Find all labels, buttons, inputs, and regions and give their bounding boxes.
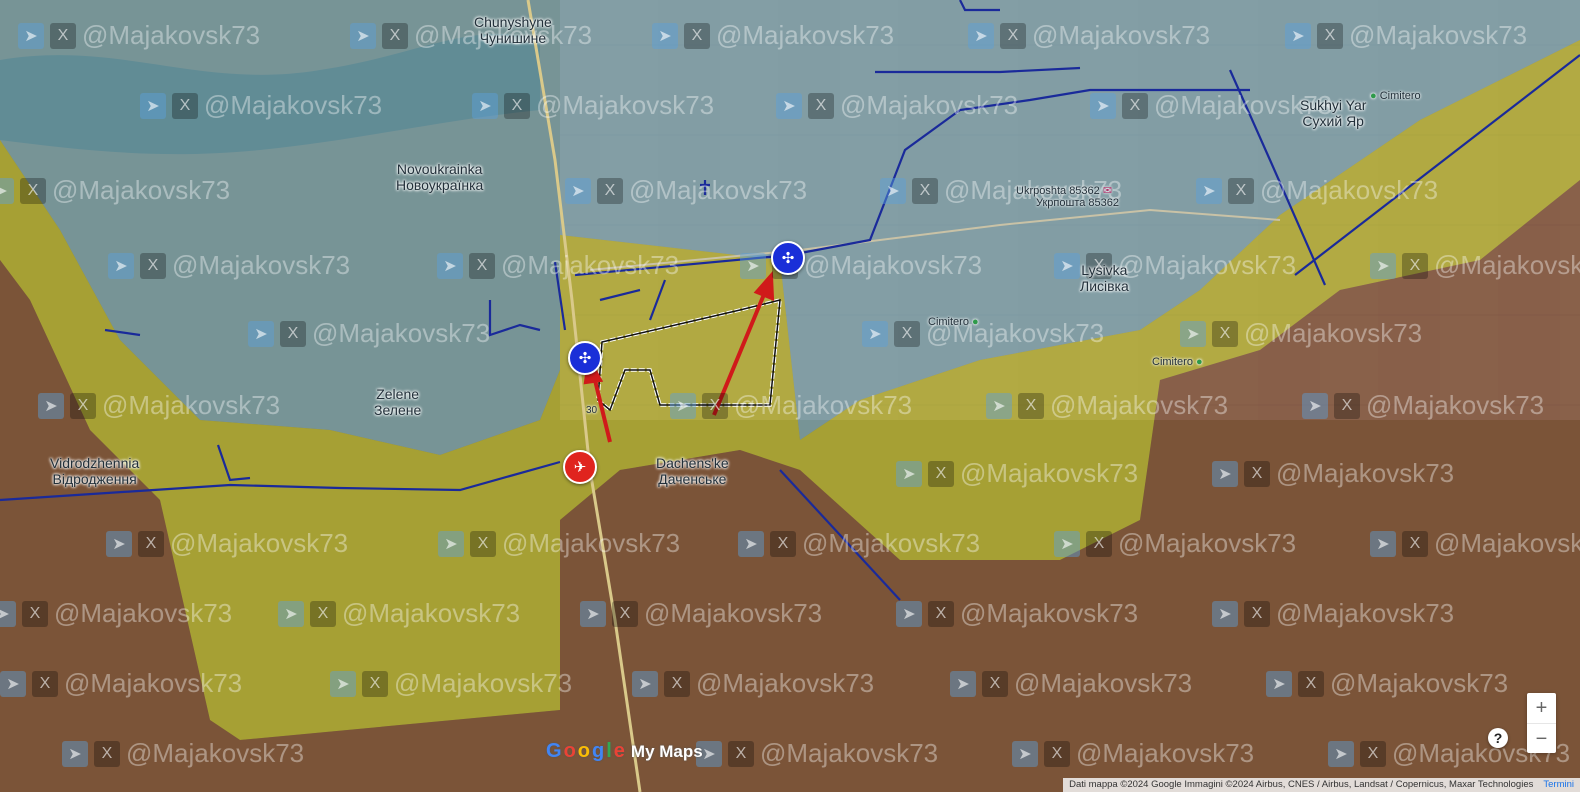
terms-link[interactable]: Termini [1543, 778, 1574, 792]
zoom-control: + − [1527, 693, 1556, 753]
google-my-maps-logo: Google My Maps [546, 740, 703, 762]
zoom-in-button[interactable]: + [1527, 693, 1556, 723]
plane-icon: ✈ [573, 459, 587, 476]
help-button[interactable]: ? [1488, 728, 1508, 748]
drone-icon: ✣ [578, 350, 592, 367]
aircraft-marker[interactable]: ✈ [563, 450, 597, 484]
place-label-vidrodzhennia[interactable]: Vidrodzhennia Відродження [50, 455, 139, 487]
zoom-out-button[interactable]: − [1527, 724, 1556, 754]
drone-icon: ✣ [781, 250, 795, 267]
road-number: 30 [586, 405, 598, 416]
place-label-novoukrainka[interactable]: Novoukrainka Новоукраїнка [396, 161, 483, 193]
place-label-chunyshyne[interactable]: Chunyshyne Чунишине [474, 14, 552, 46]
cemetery-icon: ● [1370, 90, 1377, 102]
poi-cemetery[interactable]: ● Cimitero [1370, 90, 1421, 102]
drone-marker[interactable]: ✣ [568, 341, 602, 375]
place-label-dachenske[interactable]: Dachens'ke Дачeнське [656, 455, 729, 487]
map-attribution: Dati mappa ©2024 Google Immagini ©2024 A… [1063, 778, 1580, 792]
poi-cemetery[interactable]: Cimitero ● [928, 316, 979, 328]
place-label-lysivka[interactable]: Lysivka Лисівка [1080, 262, 1129, 294]
place-label-zelene[interactable]: Zelene Зелене [374, 386, 421, 418]
drone-marker[interactable]: ✣ [771, 241, 805, 275]
cemetery-icon: ● [972, 316, 979, 328]
mail-icon: ✉ [1102, 185, 1113, 197]
poi-post-office[interactable]: Ukrposhta 85362 ✉ Укрпошта 85362 [1016, 184, 1119, 209]
place-label-sukhyi-yar[interactable]: Sukhyi Yar Сухий Яр [1300, 97, 1366, 129]
poi-cemetery[interactable]: Cimitero ● [1152, 356, 1203, 368]
cemetery-icon: ● [1196, 356, 1203, 368]
